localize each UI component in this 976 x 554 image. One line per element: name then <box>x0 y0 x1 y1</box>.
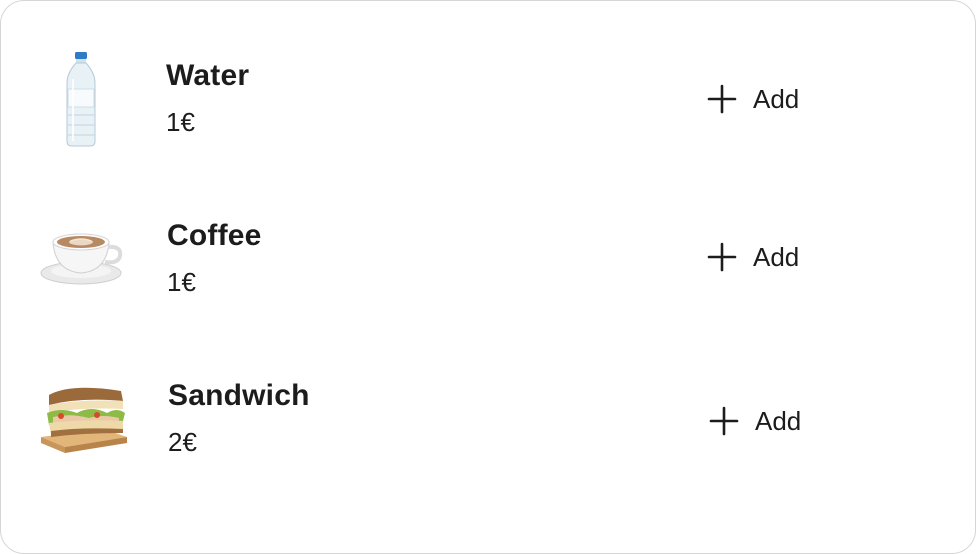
product-row-sandwich: Sandwich 2€ Add <box>1 359 975 479</box>
sandwich-image <box>31 371 131 471</box>
product-name: Coffee <box>167 219 262 252</box>
product-price: 1€ <box>167 267 196 297</box>
product-price: 1€ <box>166 107 195 137</box>
product-row-coffee: Coffee 1€ Add <box>1 199 975 319</box>
add-button-label: Add <box>755 405 802 436</box>
product-price: 2€ <box>168 427 197 457</box>
product-name: Sandwich <box>168 379 310 412</box>
add-button-label: Add <box>753 241 800 272</box>
add-coffee-button[interactable]: Add <box>707 237 799 277</box>
add-water-button[interactable]: Add <box>707 79 799 119</box>
plus-icon <box>707 84 737 114</box>
coffee-cup-image <box>31 209 131 309</box>
product-row-water: Water 1€ Add <box>1 39 975 159</box>
product-list-card: Water 1€ Add Coffee 1€ Add Sandwich 2€ A… <box>0 0 976 554</box>
add-sandwich-button[interactable]: Add <box>709 401 801 441</box>
add-button-label: Add <box>753 83 800 114</box>
water-bottle-image <box>31 49 131 149</box>
plus-icon <box>707 242 737 272</box>
plus-icon <box>709 406 739 436</box>
product-name: Water <box>166 59 250 92</box>
